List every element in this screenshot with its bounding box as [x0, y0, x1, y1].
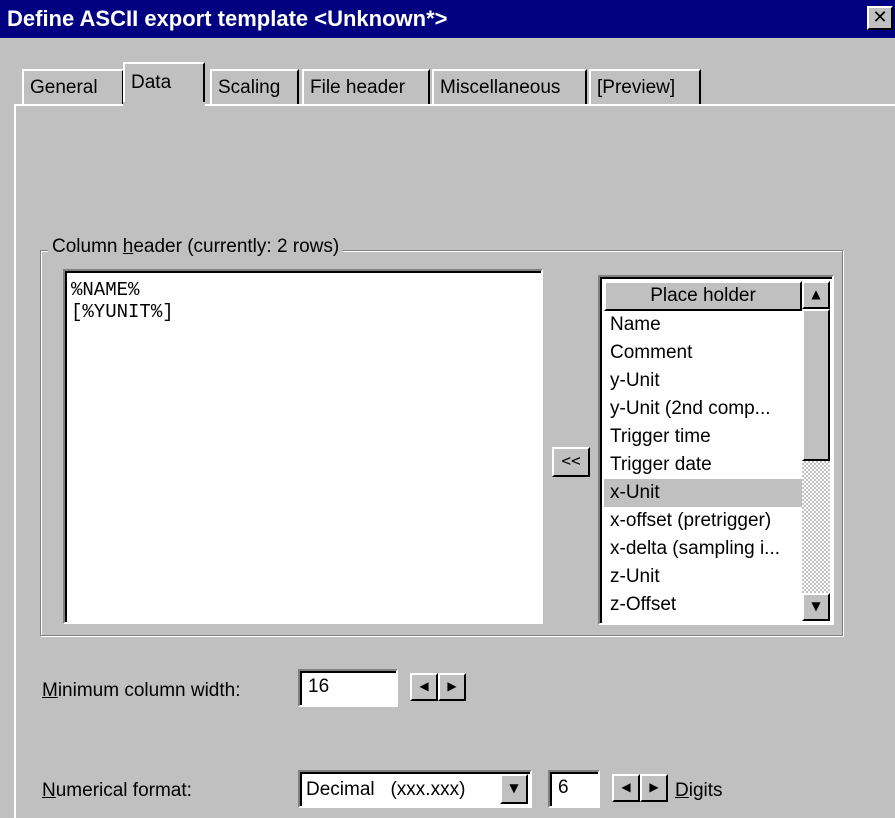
- list-item[interactable]: x-offset (pretrigger): [604, 507, 802, 535]
- digits-label: Digits: [675, 780, 723, 801]
- list-item[interactable]: Trigger time: [604, 423, 802, 451]
- list-item[interactable]: x-delta (sampling i...: [604, 535, 802, 563]
- list-item[interactable]: z-Unit: [604, 563, 802, 591]
- scroll-thumb[interactable]: [802, 309, 830, 461]
- tab-label: Scaling: [218, 77, 281, 98]
- tab-file-header[interactable]: File header: [302, 69, 430, 105]
- tab-label: [Preview]: [597, 77, 676, 98]
- close-button[interactable]: ✕: [867, 6, 893, 30]
- tab-scaling[interactable]: Scaling: [210, 69, 299, 105]
- list-item[interactable]: Comment: [604, 339, 802, 367]
- min-width-decrement[interactable]: ◀: [410, 673, 438, 701]
- min-width-increment[interactable]: ▶: [438, 673, 466, 701]
- numerical-format-label: Numerical format:: [42, 780, 192, 801]
- min-width-input[interactable]: 16: [298, 669, 398, 707]
- list-item[interactable]: z-Offset: [604, 591, 802, 619]
- column-header-editor[interactable]: %NAME% [%YUNIT%]: [63, 269, 543, 624]
- scroll-down-icon: ▼: [811, 599, 821, 613]
- list-item[interactable]: y-Unit (2nd comp...: [604, 395, 802, 423]
- placeholder-items: Name Comment y-Unit y-Unit (2nd comp... …: [604, 311, 802, 619]
- digits-decrement[interactable]: ◀: [612, 774, 640, 802]
- tab-general[interactable]: General: [22, 69, 124, 105]
- arrow-right-icon: ▶: [447, 679, 457, 693]
- scroll-down-button[interactable]: ▼: [802, 593, 830, 621]
- tab-label: Miscellaneous: [440, 77, 561, 98]
- list-item[interactable]: y-Unit: [604, 367, 802, 395]
- window-title: Define ASCII export template <Unknown*>: [7, 6, 448, 31]
- chevron-down-icon: ▼: [509, 781, 519, 795]
- scroll-up-icon: ▲: [811, 287, 821, 301]
- tab-label: General: [30, 77, 98, 98]
- digits-increment[interactable]: ▶: [640, 774, 668, 802]
- min-width-label: Minimum column width:: [42, 680, 241, 701]
- list-item[interactable]: Trigger date: [604, 451, 802, 479]
- numerical-format-select[interactable]: Decimal (xxx.xxx) ▼: [298, 770, 532, 808]
- arrow-left-icon: ◀: [419, 679, 429, 693]
- header-line: [%YUNIT%]: [71, 301, 174, 323]
- list-item-selected[interactable]: x-Unit: [604, 479, 802, 507]
- header-line: %NAME%: [71, 279, 140, 301]
- list-item[interactable]: Name: [604, 311, 802, 339]
- scroll-up-button[interactable]: ▲: [802, 281, 830, 309]
- active-tab-join: [123, 102, 205, 108]
- tab-miscellaneous[interactable]: Miscellaneous: [432, 69, 587, 105]
- title-bar: Define ASCII export template <Unknown*> …: [0, 0, 895, 38]
- arrow-left-icon: ◀: [621, 780, 631, 794]
- arrow-right-icon: ▶: [649, 780, 659, 794]
- numerical-format-value: Decimal (xxx.xxx): [306, 779, 466, 800]
- tab-label: Data: [131, 72, 172, 93]
- placeholder-list-header: Place holder: [604, 281, 802, 311]
- tab-label: File header: [310, 77, 406, 98]
- insert-placeholder-button[interactable]: <<: [552, 447, 590, 477]
- tab-preview[interactable]: [Preview]: [589, 69, 701, 105]
- placeholder-list[interactable]: Place holder Name Comment y-Unit y-Unit …: [598, 275, 834, 625]
- dropdown-button[interactable]: ▼: [500, 774, 528, 804]
- placeholder-scrollbar[interactable]: ▲ ▼: [802, 281, 830, 621]
- digits-input[interactable]: 6: [548, 770, 600, 808]
- close-icon: ✕: [872, 7, 888, 28]
- column-header-group-label: Column header (currently: 2 rows): [48, 236, 344, 258]
